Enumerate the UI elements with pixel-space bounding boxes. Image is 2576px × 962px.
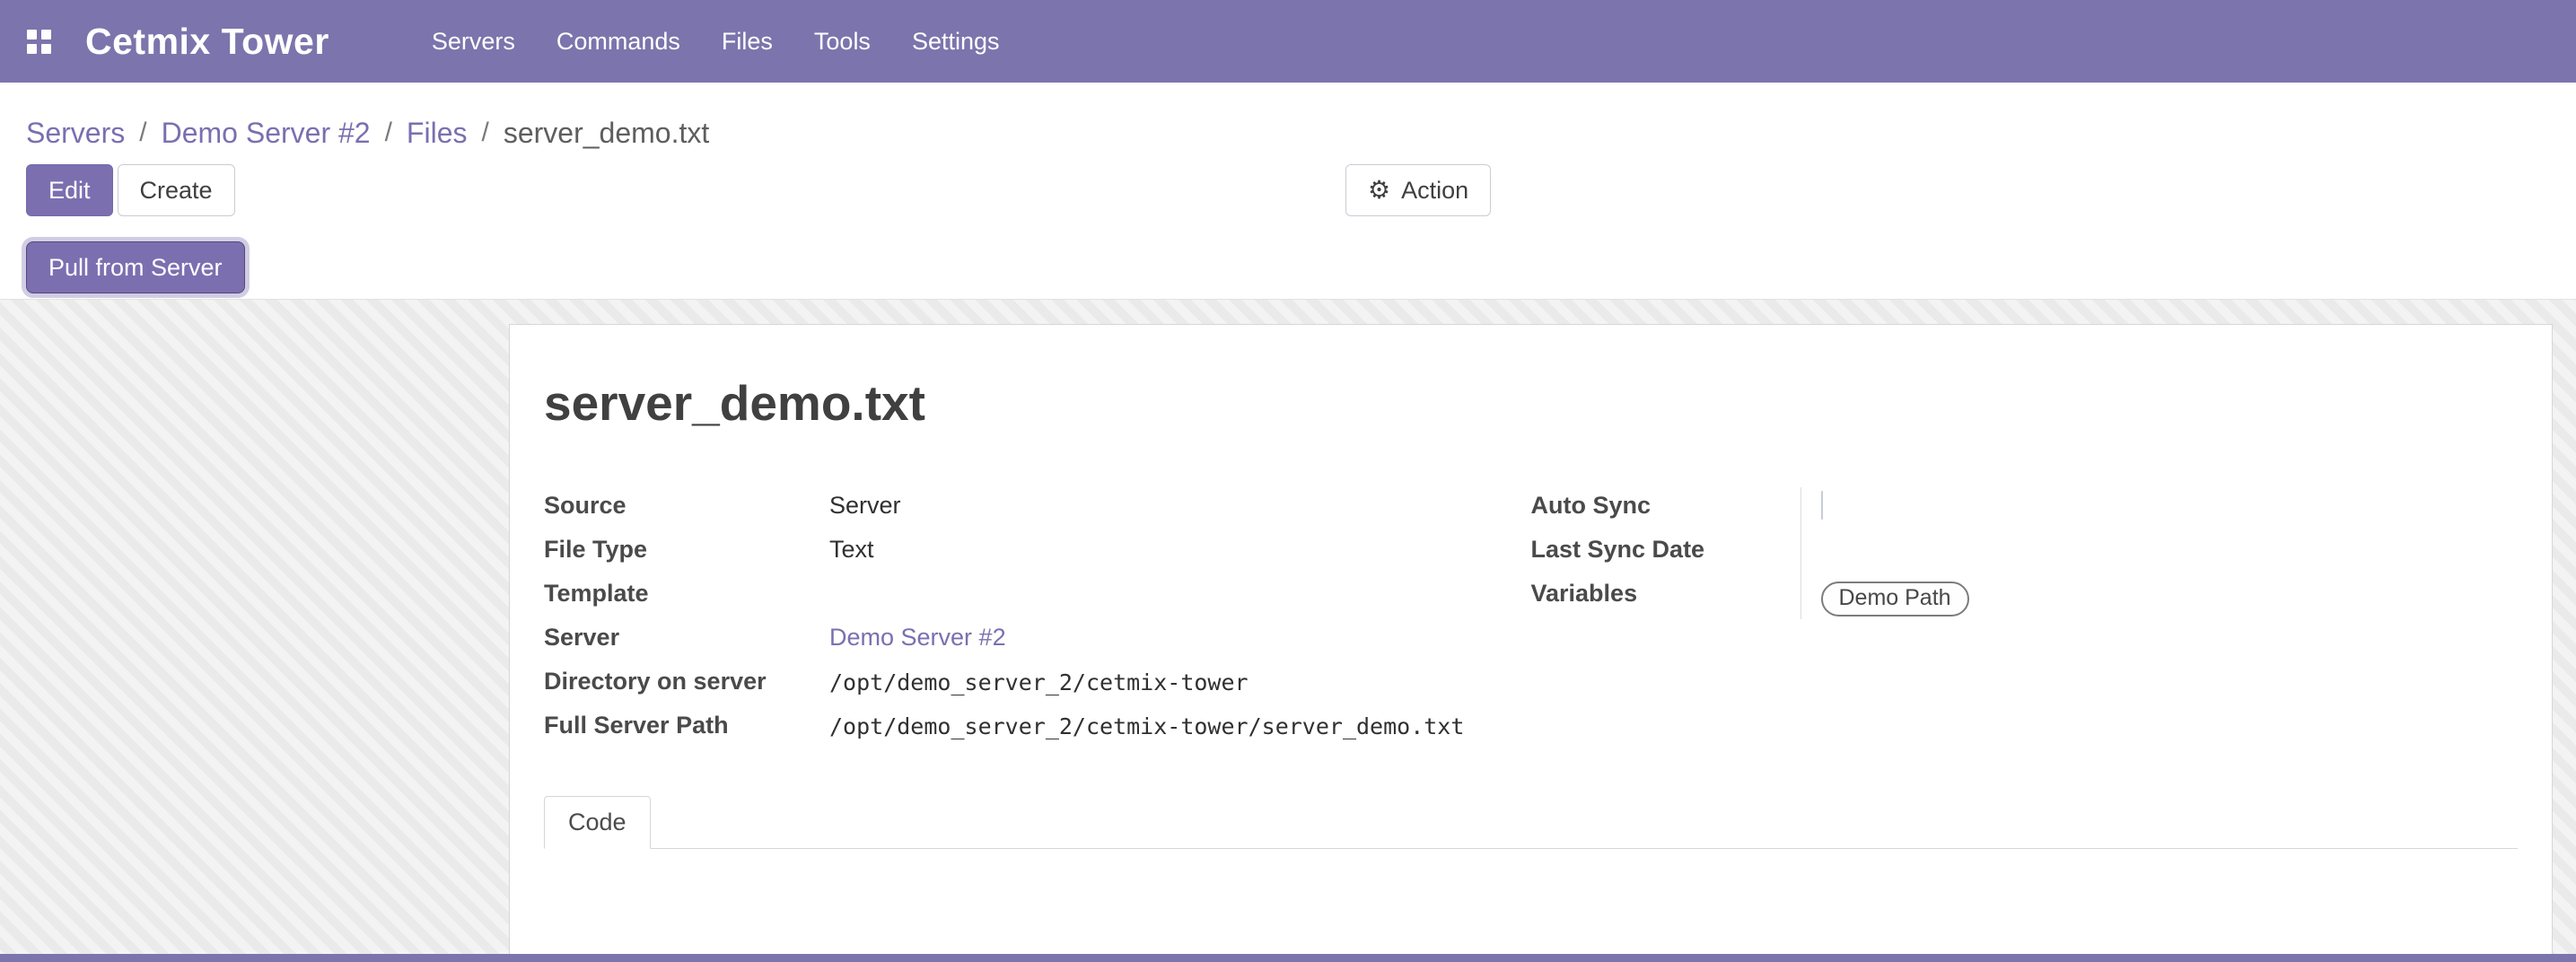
breadcrumb: Servers / Demo Server #2 / Files / serve…	[26, 83, 2576, 160]
field-groups: Source Server File Type Text Template Se…	[544, 487, 2518, 751]
menu-commands[interactable]: Commands	[555, 21, 682, 63]
record-title: server_demo.txt	[544, 374, 2518, 432]
field-label-directory: Directory on server	[544, 663, 829, 695]
main-menu: Servers Commands Files Tools Settings	[430, 21, 1002, 63]
field-row-auto-sync: Auto Sync	[1531, 487, 2519, 531]
breadcrumb-current: server_demo.txt	[504, 117, 709, 150]
field-label-file-type: File Type	[544, 531, 829, 564]
auto-sync-checkbox[interactable]	[1821, 491, 1823, 520]
breadcrumb-files[interactable]: Files	[407, 117, 468, 150]
breadcrumb-separator: /	[385, 118, 392, 148]
notebook-tabs: Code	[544, 796, 2518, 849]
field-value-variables: Demo Path	[1801, 575, 2519, 619]
header-buttons-row: Pull from Server	[26, 241, 2576, 293]
app-brand[interactable]: Cetmix Tower	[85, 21, 329, 63]
menu-tools[interactable]: Tools	[812, 21, 872, 63]
menu-files[interactable]: Files	[720, 21, 775, 63]
server-record-link[interactable]: Demo Server #2	[829, 624, 1006, 651]
field-value-server: Demo Server #2	[829, 619, 1531, 652]
field-row-variables: Variables Demo Path	[1531, 575, 2519, 619]
field-label-last-sync: Last Sync Date	[1531, 531, 1801, 564]
bottom-accent-bar	[0, 954, 2576, 962]
notebook: Code	[544, 796, 2518, 962]
breadcrumb-servers[interactable]: Servers	[26, 117, 125, 150]
form-view-background: server_demo.txt Source Server File Type …	[0, 299, 2576, 962]
form-sheet: server_demo.txt Source Server File Type …	[509, 324, 2553, 962]
breadcrumb-separator: /	[481, 118, 488, 148]
field-label-full-path: Full Server Path	[544, 707, 829, 739]
field-row-template: Template	[544, 575, 1531, 619]
field-row-last-sync: Last Sync Date	[1531, 531, 2519, 575]
field-value-template	[829, 575, 1531, 580]
field-label-variables: Variables	[1531, 575, 1801, 608]
control-panel: Servers / Demo Server #2 / Files / serve…	[0, 83, 2576, 299]
field-row-directory: Directory on server /opt/demo_server_2/c…	[544, 663, 1531, 707]
pull-from-server-button[interactable]: Pull from Server	[26, 241, 245, 293]
variable-tag[interactable]: Demo Path	[1821, 582, 1969, 617]
field-row-server: Server Demo Server #2	[544, 619, 1531, 663]
field-value-last-sync	[1801, 531, 2519, 575]
field-label-source: Source	[544, 487, 829, 520]
top-navbar: Cetmix Tower Servers Commands Files Tool…	[0, 0, 2576, 83]
action-menu-button[interactable]: ⚙ Action	[1345, 164, 1491, 216]
gear-icon: ⚙	[1368, 178, 1390, 203]
field-value-auto-sync	[1801, 487, 2519, 531]
field-value-directory: /opt/demo_server_2/cetmix-tower	[829, 663, 1531, 695]
edit-button[interactable]: Edit	[26, 164, 113, 216]
field-value-full-path: /opt/demo_server_2/cetmix-tower/server_d…	[829, 707, 1531, 739]
field-group-right: Auto Sync Last Sync Date Variables Demo …	[1531, 487, 2519, 751]
field-label-auto-sync: Auto Sync	[1531, 487, 1801, 520]
tab-code-content	[544, 849, 2518, 962]
breadcrumb-separator: /	[139, 118, 146, 148]
menu-settings[interactable]: Settings	[910, 21, 1002, 63]
field-row-full-path: Full Server Path /opt/demo_server_2/cetm…	[544, 707, 1531, 751]
field-label-template: Template	[544, 575, 829, 608]
field-row-file-type: File Type Text	[544, 531, 1531, 575]
field-group-left: Source Server File Type Text Template Se…	[544, 487, 1531, 751]
create-button[interactable]: Create	[118, 164, 235, 216]
field-label-server: Server	[544, 619, 829, 652]
apps-grid-icon[interactable]	[27, 30, 51, 54]
field-value-source: Server	[829, 487, 1531, 520]
form-buttons: Edit Create	[26, 164, 2576, 216]
tab-code[interactable]: Code	[544, 796, 651, 849]
breadcrumb-demo-server[interactable]: Demo Server #2	[162, 117, 371, 150]
field-value-file-type: Text	[829, 531, 1531, 564]
menu-servers[interactable]: Servers	[430, 21, 517, 63]
action-menu-label: Action	[1401, 177, 1468, 205]
field-row-source: Source Server	[544, 487, 1531, 531]
